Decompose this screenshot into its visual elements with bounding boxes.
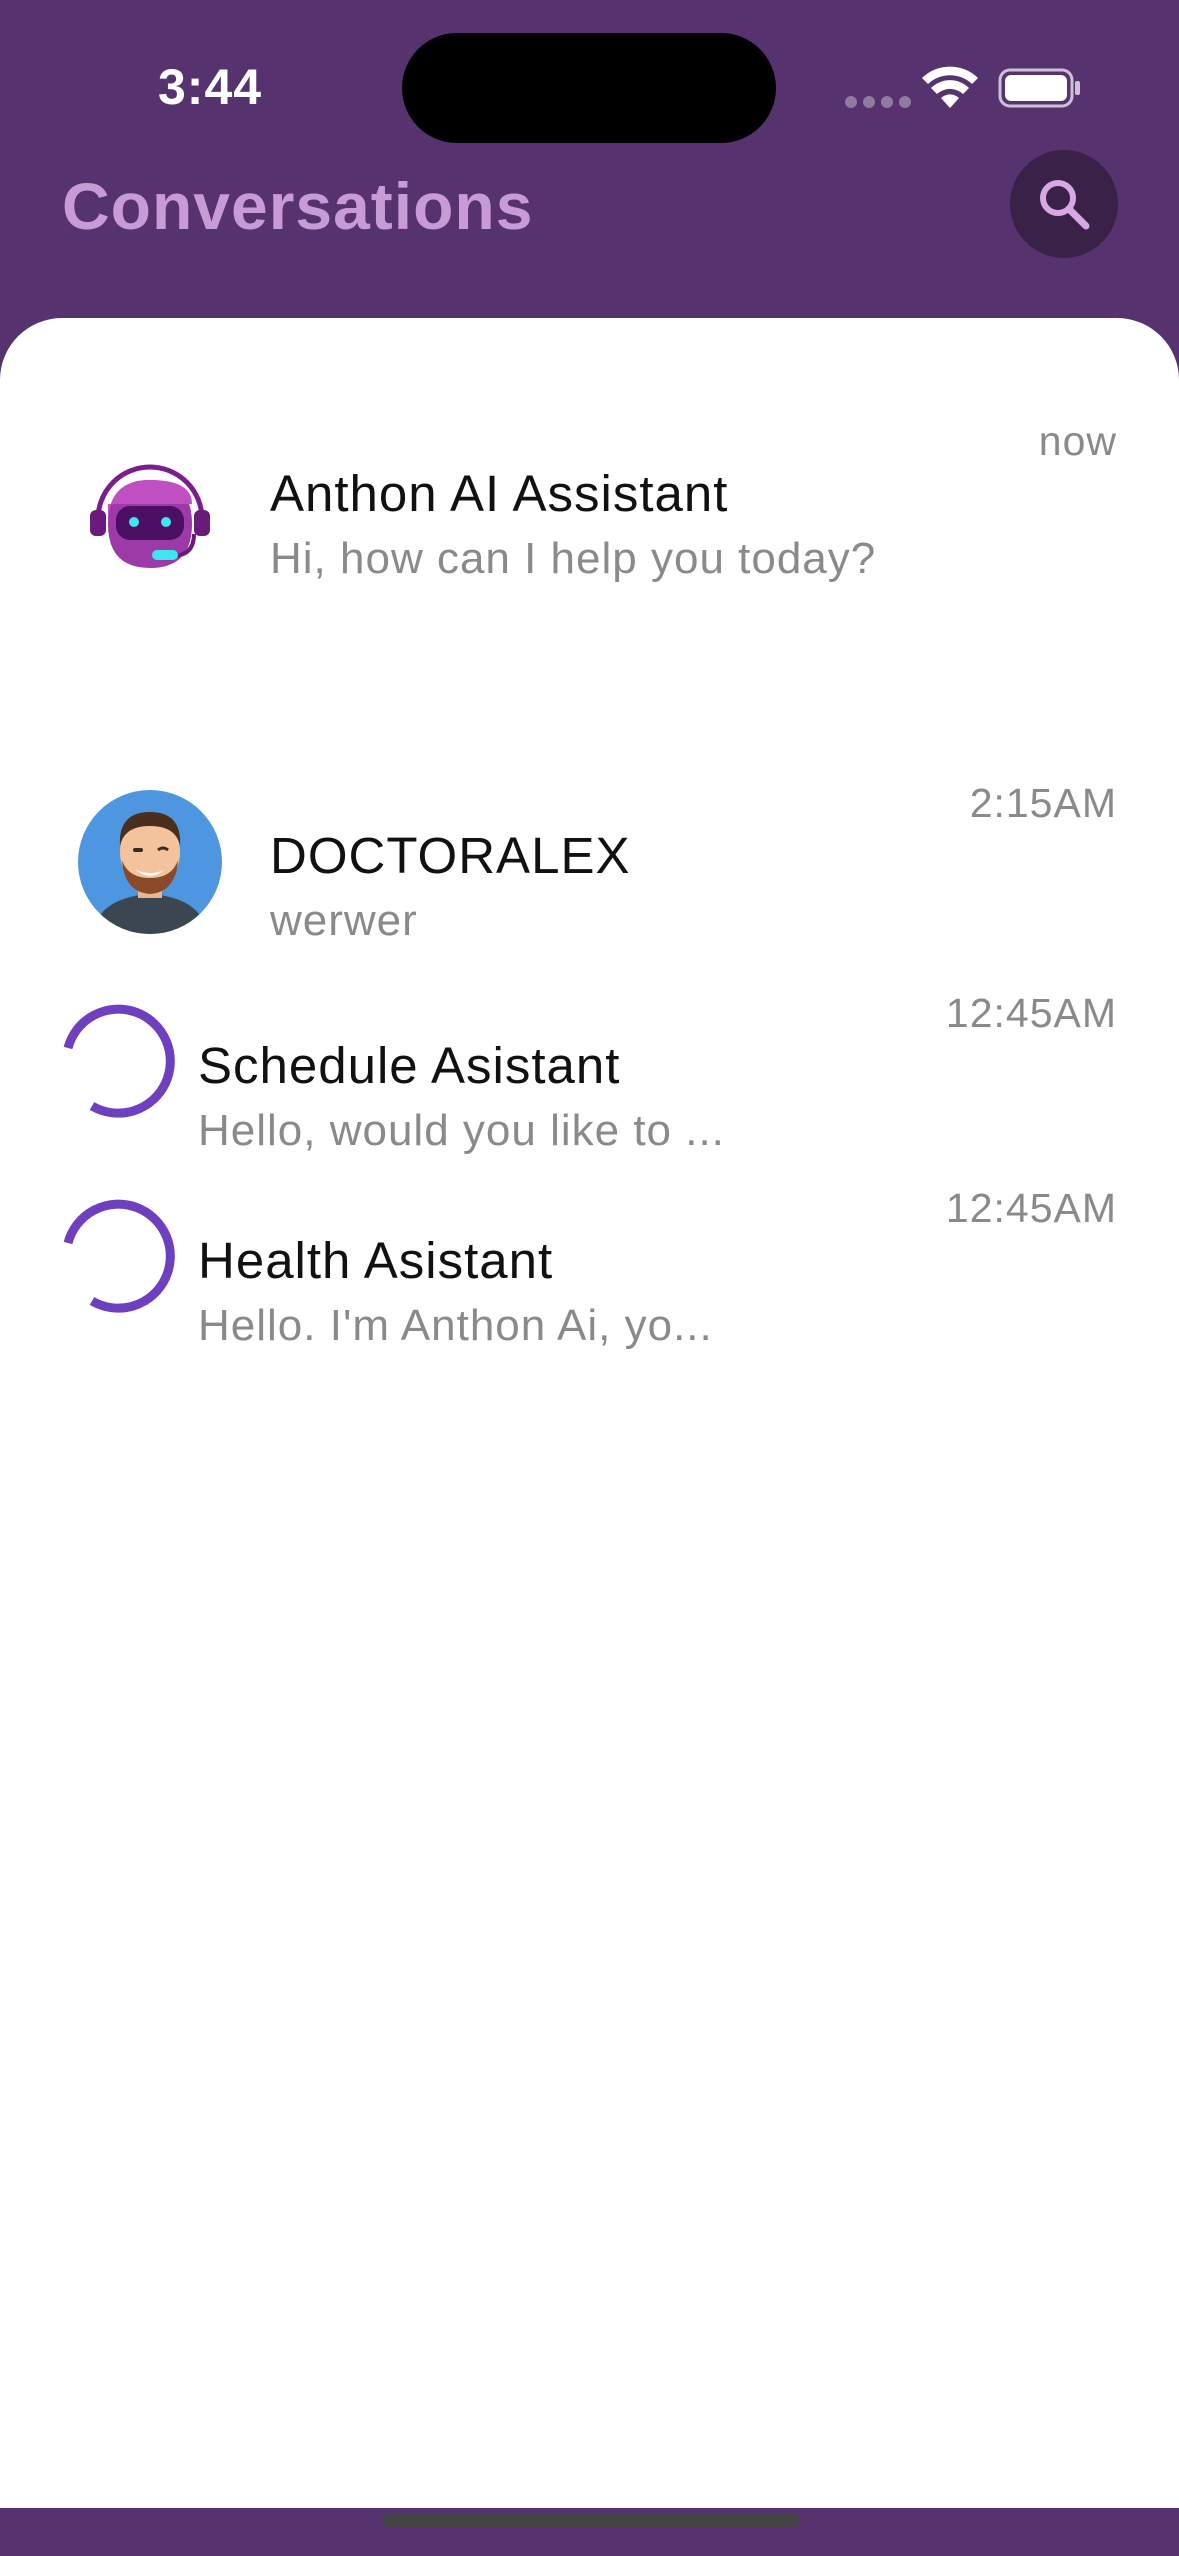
conversation-name: DOCTORALEX [270, 827, 631, 884]
status-bar: 3:44 [0, 0, 1179, 150]
page-title: Conversations [62, 169, 534, 243]
robot-avatar [90, 464, 210, 568]
dynamic-island [402, 33, 776, 143]
conversation-preview: Hello. I'm Anthon Ai, yo... [198, 1301, 713, 1350]
conversation-time: now [1038, 418, 1117, 464]
list-item[interactable]: Health Asistant Hello. I'm Anthon Ai, yo… [0, 1185, 1179, 1365]
loading-spinner [63, 1199, 175, 1313]
list-item[interactable]: DOCTORALEX werwer 2:15AM [0, 780, 1179, 960]
conversation-list: Anthon AI Assistant Hi, how can I help y… [0, 318, 1179, 2508]
conversation-preview: Hi, how can I help you today? [270, 534, 877, 583]
battery-icon [998, 68, 1080, 108]
list-item[interactable]: Anthon AI Assistant Hi, how can I help y… [0, 418, 1179, 618]
conversation-time: 12:45AM [945, 990, 1117, 1036]
conversation-name: Health Asistant [198, 1232, 554, 1289]
search-button[interactable] [1010, 150, 1118, 258]
conversation-name: Anthon AI Assistant [270, 465, 729, 522]
search-icon [1040, 180, 1090, 230]
loading-spinner [63, 1004, 175, 1118]
wifi-icon [922, 66, 978, 108]
conversation-name: Schedule Asistant [198, 1037, 621, 1094]
cellular-signal-icon [845, 95, 917, 113]
home-indicator[interactable] [382, 2514, 800, 2527]
conversation-time: 12:45AM [945, 1185, 1117, 1231]
conversation-time: 2:15AM [969, 780, 1117, 826]
list-item[interactable]: Schedule Asistant Hello, would you like … [0, 990, 1179, 1170]
status-time: 3:44 [158, 59, 263, 115]
conversation-preview: Hello, would you like to ... [198, 1106, 725, 1155]
doctor-avatar [78, 790, 222, 934]
conversation-preview: werwer [270, 896, 418, 945]
